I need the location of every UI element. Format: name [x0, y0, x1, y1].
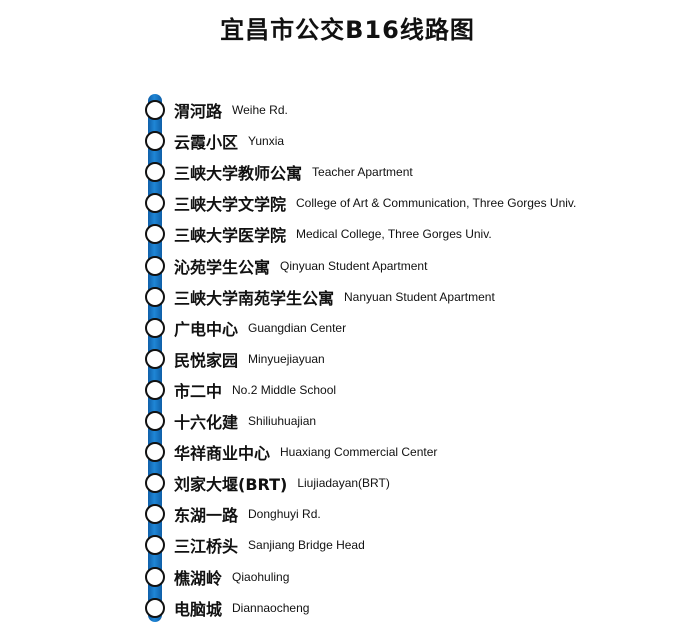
stop-name-en: Shiliuhuajian: [248, 414, 317, 428]
stop-item: 十六化建 Shiliuhuajian: [145, 410, 316, 432]
stop-item: 电脑城 Diannaocheng: [145, 597, 309, 619]
stop-item: 三峡大学文学院 College of Art & Communication, T…: [145, 192, 576, 214]
stop-name-cn: 东湖一路: [174, 506, 239, 526]
stop-marker-icon: [145, 504, 165, 525]
stop-name-cn: 三峡大学文学院: [174, 195, 287, 215]
stop-name-en: Sanjiang Bridge Head: [248, 538, 365, 553]
stop-item: 刘家大堰(BRT) Liujiadayan(BRT): [145, 472, 390, 494]
stop-item: 沁苑学生公寓 Qinyuan Student Apartment: [145, 255, 427, 277]
stop-item: 广电中心 Guangdian Center: [145, 317, 346, 339]
stop-name-cn: 华祥商业中心: [174, 444, 271, 464]
stop-name-en: Qiaohuling: [232, 569, 290, 584]
stop-name-en: Diannaocheng: [232, 600, 310, 615]
stop-item: 市二中 No.2 Middle School: [145, 379, 336, 401]
stop-name-en: Medical College, Three Gorges Univ.: [296, 227, 492, 242]
stop-marker-icon: [145, 224, 165, 245]
stop-name-cn: 广电中心: [174, 319, 239, 339]
stop-name-en: Nanyuan Student Apartment: [344, 289, 495, 304]
stop-name-cn: 三峡大学医学院: [174, 226, 287, 246]
stop-marker-icon: [145, 473, 165, 494]
stop-item: 东湖一路 Donghuyi Rd.: [145, 503, 321, 525]
stop-item: 三峡大学南苑学生公寓 Nanyuan Student Apartment: [145, 286, 495, 308]
stop-name-cn: 渭河路: [174, 102, 223, 121]
stop-item: 三峡大学医学院 Medical College, Three Gorges Uni…: [145, 223, 492, 245]
stop-name-cn: 市二中: [174, 381, 223, 401]
stop-name-cn: 沁苑学生公寓: [174, 257, 271, 277]
stop-name-en: Minyuejiayuan: [248, 351, 325, 366]
stop-marker-icon: [145, 193, 165, 214]
stop-name-cn: 三峡大学教师公寓: [174, 164, 303, 184]
stop-marker-icon: [145, 317, 165, 338]
stop-name-en: No.2 Middle School: [232, 382, 337, 397]
stop-name-cn: 三峡大学南苑学生公寓: [174, 288, 335, 308]
stop-name-cn: 樵湖岭: [174, 568, 223, 588]
stop-item: 民悦家园 Minyuejiayuan: [145, 348, 325, 370]
stop-name-cn: 三江桥头: [174, 537, 239, 557]
stop-name-en: Yunxia: [248, 134, 285, 149]
stop-marker-icon: [145, 255, 165, 276]
stop-name-en: College of Art & Communication, Three Go…: [296, 196, 577, 211]
stop-name-en: Guangdian Center: [248, 320, 347, 335]
stop-name-en: Teacher Apartment: [312, 165, 413, 180]
stop-item: 云霞小区 Yunxia: [145, 130, 284, 152]
stop-name-cn: 民悦家园: [174, 350, 239, 370]
stop-marker-icon: [145, 535, 165, 556]
stop-item: 华祥商业中心 Huaxiang Commercial Center: [145, 441, 437, 463]
stop-marker-icon: [145, 162, 165, 183]
stop-marker-icon: [145, 411, 165, 431]
stop-name-cn: 云霞小区: [174, 133, 239, 153]
stop-name-cn: 刘家大堰(BRT): [174, 475, 288, 495]
page-title: 宜昌市公交B16线路图: [220, 16, 475, 44]
stop-marker-icon: [145, 597, 165, 618]
stop-item: 三江桥头 Sanjiang Bridge Head: [145, 534, 365, 556]
stop-marker-icon: [145, 566, 165, 587]
stop-marker-icon: [145, 286, 165, 307]
stop-marker-icon: [145, 131, 165, 152]
stop-name-cn: 十六化建: [174, 413, 239, 432]
stop-item: 樵湖岭 Qiaohuling: [145, 566, 289, 588]
stop-name-en: Donghuyi Rd.: [248, 507, 321, 522]
stop-name-cn: 电脑城: [174, 599, 223, 619]
stop-item: 三峡大学教师公寓 Teacher Apartment: [145, 161, 413, 183]
stop-marker-icon: [145, 100, 165, 120]
stop-name-en: Liujiadayan(BRT): [297, 476, 390, 491]
stop-marker-icon: [145, 379, 165, 400]
stop-item: 渭河路 Weihe Rd.: [145, 99, 288, 121]
stop-marker-icon: [145, 348, 165, 369]
stop-name-en: Weihe Rd.: [232, 103, 288, 117]
stop-marker-icon: [145, 442, 165, 463]
stop-name-en: Huaxiang Commercial Center: [280, 445, 438, 460]
stop-name-en: Qinyuan Student Apartment: [280, 258, 428, 273]
